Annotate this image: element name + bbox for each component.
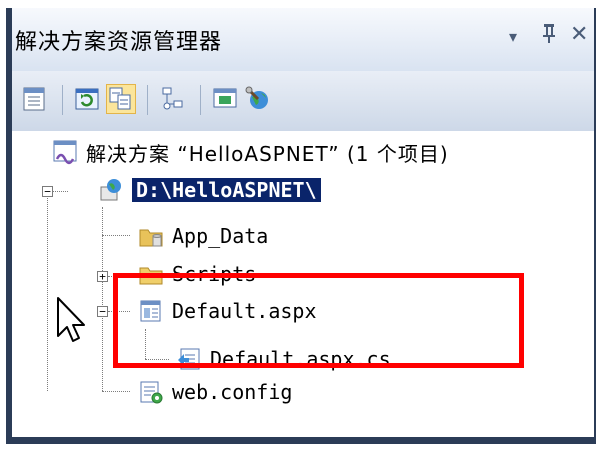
view-class-diagram-icon[interactable] <box>158 84 188 114</box>
tree-node-scripts[interactable]: Scripts <box>138 259 256 289</box>
aspx-page-icon <box>138 298 164 324</box>
expand-scripts-toggle[interactable]: + <box>97 271 108 282</box>
panel-toolbar <box>12 71 594 131</box>
close-icon[interactable]: ✕ <box>570 22 588 47</box>
solution-tree: − + − 解决方案 “HelloASPNET” (1 个项目) D:\Hell… <box>12 131 594 437</box>
scripts-label: Scripts <box>172 262 257 286</box>
tree-connector <box>102 391 130 392</box>
tree-node-default-aspx[interactable]: Default.aspx <box>138 296 317 326</box>
tree-node-project[interactable]: D:\HelloASPNET\ <box>98 175 321 205</box>
tree-connector <box>102 235 130 236</box>
special-folder-icon <box>138 223 164 249</box>
properties-icon[interactable] <box>20 84 50 114</box>
pin-icon[interactable] <box>540 22 558 50</box>
toolbar-separator <box>200 85 201 115</box>
solution-label: 解决方案 “HelloASPNET” (1 个项目) <box>86 141 449 166</box>
config-file-icon <box>138 379 164 405</box>
web-config-tool-icon[interactable] <box>244 84 274 114</box>
tree-node-web-config[interactable]: web.config <box>138 377 292 407</box>
default-aspx-cs-label: Default.aspx.cs <box>210 347 391 371</box>
tree-node-default-aspx-cs[interactable]: Default.aspx.cs <box>176 344 391 374</box>
web-project-icon <box>98 177 124 203</box>
mouse-cursor-icon <box>56 296 86 348</box>
tree-connector <box>108 311 130 312</box>
default-aspx-label: Default.aspx <box>172 299 317 323</box>
panel-title-bar: 解决方案资源管理器 ▾ ✕ <box>12 8 594 71</box>
tree-connector <box>145 329 146 359</box>
collapse-project-toggle[interactable]: − <box>42 186 53 197</box>
tree-connector <box>108 276 130 277</box>
refresh-icon[interactable] <box>72 84 102 114</box>
app-data-label: App_Data <box>172 224 269 248</box>
toolbar-separator <box>147 85 148 115</box>
nest-related-files-icon[interactable] <box>106 84 136 114</box>
project-label: D:\HelloASPNET\ <box>132 178 321 202</box>
collapse-default-aspx-toggle[interactable]: − <box>97 306 108 317</box>
folder-icon <box>138 261 164 287</box>
cs-codebehind-icon <box>176 346 202 372</box>
tree-connector <box>145 359 169 360</box>
tree-connector <box>52 191 68 192</box>
toolbar-separator <box>62 85 63 115</box>
tree-connector <box>47 191 48 391</box>
panel-title: 解决方案资源管理器 <box>15 30 223 55</box>
tree-node-solution[interactable]: 解决方案 “HelloASPNET” (1 个项目) <box>52 137 449 167</box>
web-config-label: web.config <box>172 380 293 404</box>
view-designer-icon[interactable] <box>210 84 240 114</box>
solution-explorer-panel: 解决方案资源管理器 ▾ ✕ − + − 解决方案 “HelloASPNET” (… <box>6 8 596 444</box>
tree-node-app-data[interactable]: App_Data <box>138 221 268 251</box>
panel-dropdown-icon[interactable]: ▾ <box>509 27 517 46</box>
solution-icon <box>52 139 78 165</box>
